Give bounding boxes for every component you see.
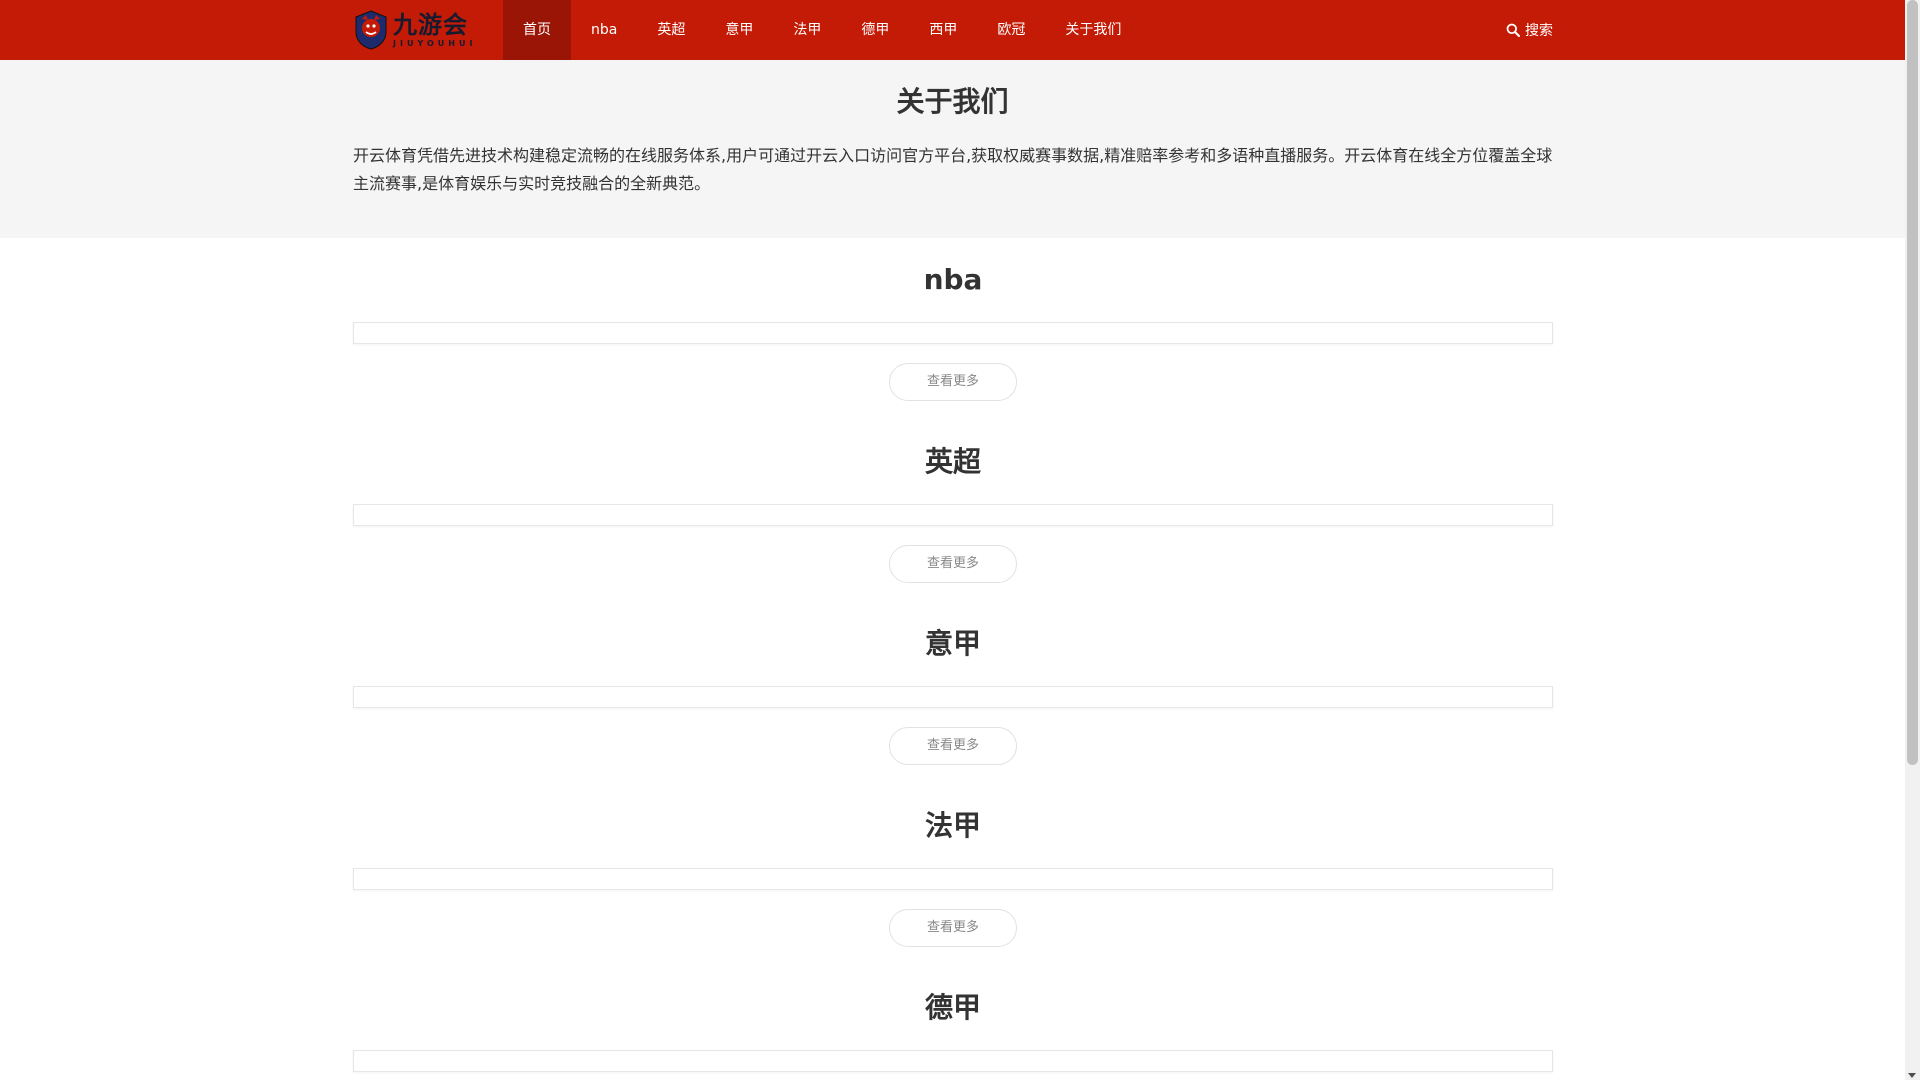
main-nav: 首页 nba 英超 意甲 法甲 德甲 西甲 欧冠 关于我们 (503, 0, 1141, 60)
view-more-button[interactable]: 查看更多 (889, 727, 1017, 765)
view-more-button[interactable]: 查看更多 (889, 363, 1017, 401)
about-title: 关于我们 (896, 85, 1009, 118)
view-more-button[interactable]: 查看更多 (889, 545, 1017, 583)
topbar-inner: 九游会 JIUYOUHUI 首页 nba 英超 意甲 法甲 德甲 西甲 欧冠 关… (353, 0, 1553, 60)
nav-item-label: 关于我们 (1065, 22, 1122, 38)
article-list (353, 322, 1553, 344)
section-bundesliga: 德甲 (353, 988, 1553, 1080)
logo-english-name: JIUYOUHUI (393, 38, 477, 48)
nav-item-premier-league[interactable]: 英超 (637, 0, 705, 60)
nav-item-label: 首页 (523, 22, 551, 38)
article-list (353, 686, 1553, 708)
scrollbar-thumb[interactable] (1907, 0, 1918, 765)
nav-item-ligue-1[interactable]: 法甲 (773, 0, 841, 60)
logo-chinese-name: 九游会 (393, 9, 468, 39)
section-nba: nba 查看更多 (353, 260, 1553, 442)
nav-item-nba[interactable]: nba (571, 0, 637, 60)
vertical-scrollbar[interactable] (1905, 0, 1920, 1080)
mascot-badge-icon (355, 10, 387, 50)
nav-item-label: 欧冠 (997, 22, 1026, 38)
section-premier-league: 英超 查看更多 (353, 442, 1553, 624)
search-label: 搜索 (1525, 23, 1553, 39)
view-more-button[interactable]: 查看更多 (889, 909, 1017, 947)
about-text: 开云体育凭借先进技术构建稳定流畅的在线服务体系,用户可通过开云入口访问官方平台,… (353, 146, 1553, 193)
scroll-down-arrow-icon[interactable] (1908, 1073, 1916, 1078)
search-button[interactable]: 搜索 (1506, 0, 1553, 60)
site-logo[interactable]: 九游会 JIUYOUHUI (353, 8, 472, 52)
nav-item-label: 法甲 (793, 22, 822, 38)
nav-item-label: 德甲 (861, 22, 890, 38)
section-title: 意甲 (924, 627, 981, 660)
nav-item-serie-a[interactable]: 意甲 (705, 0, 773, 60)
nav-item-label: 英超 (657, 22, 686, 38)
search-icon (1506, 23, 1520, 37)
nav-item-bundesliga[interactable]: 德甲 (841, 0, 909, 60)
section-title: 法甲 (924, 809, 981, 842)
page-viewport: 九游会 JIUYOUHUI 首页 nba 英超 意甲 法甲 德甲 西甲 欧冠 关… (0, 0, 1905, 1080)
nav-item-label: 意甲 (725, 22, 754, 38)
top-navigation-bar: 九游会 JIUYOUHUI 首页 nba 英超 意甲 法甲 德甲 西甲 欧冠 关… (0, 0, 1905, 60)
nav-item-champions-league[interactable]: 欧冠 (977, 0, 1045, 60)
article-list (353, 868, 1553, 890)
section-title: 英超 (924, 445, 981, 478)
article-list (353, 1050, 1553, 1072)
logo-text: 九游会 JIUYOUHUI (393, 9, 477, 48)
about-section: 关于我们 开云体育凭借先进技术构建稳定流畅的在线服务体系,用户可通过开云入口访问… (0, 60, 1905, 238)
nav-item-about-us[interactable]: 关于我们 (1045, 0, 1141, 60)
section-serie-a: 意甲 查看更多 (353, 624, 1553, 806)
section-title: 德甲 (924, 991, 981, 1024)
nav-item-label: nba (591, 22, 618, 38)
nav-item-label: 西甲 (929, 22, 958, 38)
section-ligue-1: 法甲 查看更多 (353, 806, 1553, 988)
article-list (353, 504, 1553, 526)
nav-item-home[interactable]: 首页 (503, 0, 571, 60)
nav-item-la-liga[interactable]: 西甲 (909, 0, 977, 60)
section-title: nba (923, 263, 983, 296)
